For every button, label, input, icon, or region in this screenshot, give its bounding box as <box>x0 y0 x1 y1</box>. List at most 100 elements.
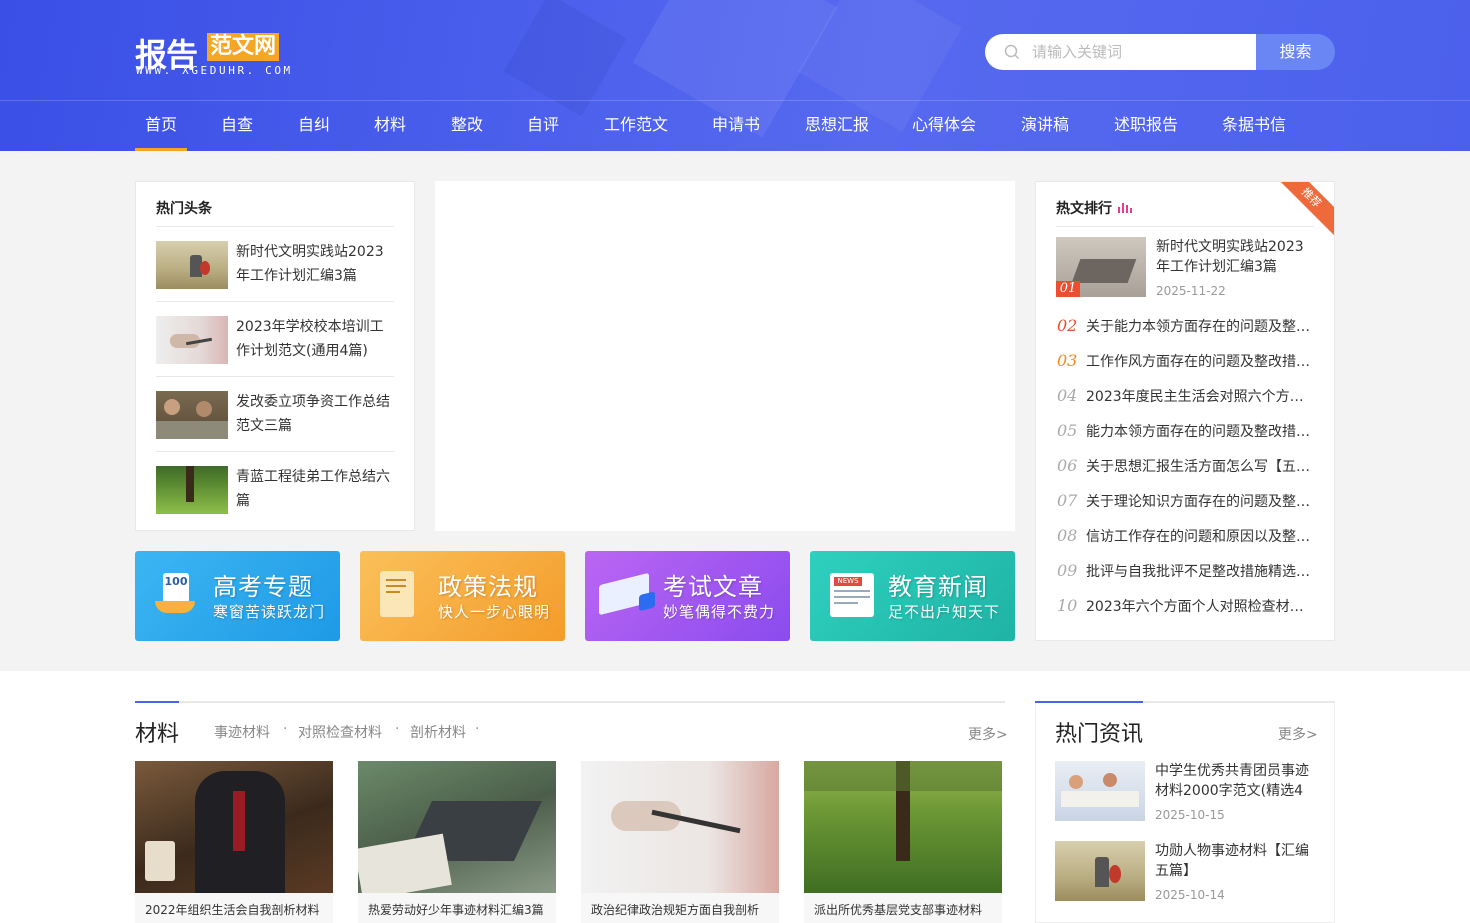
headline-thumbnail[interactable] <box>156 241 228 289</box>
headline-thumbnail[interactable] <box>156 391 228 439</box>
nav-item-self-evaluate[interactable]: 自评 <box>521 101 565 151</box>
rank-item-title[interactable]: 关于思想汇报生活方面怎么写【五篇】 <box>1086 456 1314 476</box>
rank-item-title[interactable]: 2023年六个方面个人对照检查材料范文 <box>1086 596 1314 616</box>
site-logo[interactable]: 报告 范文网 WWW. XGEDUHR. COM <box>135 30 295 80</box>
banner-title: 教育新闻 <box>888 573 988 601</box>
hotnews-item-date: 2025-10-15 <box>1155 808 1225 822</box>
banner-subtitle: 妙笔偶得不费力 <box>663 603 776 621</box>
rank-item-title[interactable]: 关于理论知识方面存在的问题及整改措施 <box>1086 491 1314 511</box>
divider <box>156 226 394 227</box>
headline-title[interactable]: 新时代文明实践站2023年工作计划汇编3篇 <box>236 240 396 288</box>
nav-item-letters[interactable]: 条据书信 <box>1216 101 1292 151</box>
banner-gaokao[interactable]: 100 高考专题 寒窗苦读跃龙门 <box>135 551 340 641</box>
bar-chart-icon <box>1118 203 1132 213</box>
divider <box>156 376 394 377</box>
nav-item-materials[interactable]: 材料 <box>368 101 412 151</box>
material-card-title[interactable]: 派出所优秀基层党支部事迹材料 <box>804 893 1002 923</box>
banner-title: 考试文章 <box>663 573 763 601</box>
banner-education-news[interactable]: NEWS 教育新闻 足不出户知天下 <box>810 551 1015 641</box>
score-100-icon: 100 <box>155 573 195 617</box>
rank-number: 02 <box>1057 316 1078 335</box>
rank-item-title[interactable]: 能力本领方面存在的问题及整改措施【十一篇】 <box>1086 421 1314 441</box>
hotnews-thumbnail[interactable] <box>1055 761 1145 821</box>
ranking-title: 热文排行 <box>1056 201 1112 217</box>
logo-tag-text: 范文网 <box>207 33 280 61</box>
tag-separator: · <box>395 721 400 737</box>
recommend-badge: 推荐 <box>1272 182 1334 237</box>
section-divider <box>135 701 1005 703</box>
tag-check-materials[interactable]: 对照检查材料 <box>298 722 382 742</box>
main-nav: 首页 自查 自纠 材料 整改 自评 工作范文 申请书 思想汇报 心得体会 演讲稿… <box>0 100 1470 151</box>
tag-analysis-materials[interactable]: 剖析材料 <box>410 722 466 742</box>
rank-item-title[interactable]: 批评与自我批评不足整改措施精选范文 <box>1086 561 1314 581</box>
hotnews-thumbnail[interactable] <box>1055 841 1145 901</box>
news-icon: NEWS <box>830 573 874 617</box>
search-bar: 搜索 <box>985 34 1335 70</box>
document-icon <box>380 571 414 617</box>
nav-item-application[interactable]: 申请书 <box>706 101 766 151</box>
nav-item-self-check[interactable]: 自查 <box>215 101 259 151</box>
material-card-title[interactable]: 热爱劳动好少年事迹材料汇编3篇 <box>358 893 556 923</box>
nav-item-rectify[interactable]: 整改 <box>445 101 489 151</box>
headline-title[interactable]: 发改委立项争资工作总结范文三篇 <box>236 390 396 438</box>
material-card-image[interactable] <box>581 761 779 893</box>
nav-item-work-samples[interactable]: 工作范文 <box>598 101 674 151</box>
search-box <box>985 34 1256 70</box>
rank-item-title[interactable]: 2023年度民主生活会对照六个方面个人检查材料 <box>1086 386 1314 406</box>
rank-item-title[interactable]: 关于能力本领方面存在的问题及整改措施【十一篇】 <box>1086 316 1314 336</box>
hotnews-title: 热门资讯 <box>1055 722 1144 747</box>
banner-subtitle: 快人一步心眼明 <box>438 603 551 621</box>
nav-item-experience[interactable]: 心得体会 <box>906 101 982 151</box>
rank-item-title[interactable]: 工作作风方面存在的问题及整改措施【七篇】 <box>1086 351 1314 371</box>
ranking-top-num: 01 <box>1056 281 1080 297</box>
search-icon <box>1004 44 1020 60</box>
materials-title: 材料 <box>135 722 180 747</box>
banner-subtitle: 寒窗苦读跃龙门 <box>213 603 326 621</box>
nav-item-speech[interactable]: 演讲稿 <box>1015 101 1075 151</box>
ranking-top-date: 2025-11-22 <box>1156 284 1226 298</box>
material-card-image[interactable] <box>358 761 556 893</box>
carousel-placeholder <box>435 181 1015 531</box>
headline-title[interactable]: 2023年学校校本培训工作计划范文(通用4篇) <box>236 315 396 363</box>
nav-item-thought-report[interactable]: 思想汇报 <box>799 101 875 151</box>
hotnews-more-link[interactable]: 更多> <box>1278 724 1318 744</box>
nav-item-work-report[interactable]: 述职报告 <box>1108 101 1184 151</box>
logo-url-text: WWW. XGEDUHR. COM <box>136 64 293 77</box>
materials-more-link[interactable]: 更多> <box>968 724 1008 744</box>
ranking-top-thumbnail[interactable]: 01 <box>1056 237 1146 297</box>
site-header: 报告 范文网 WWW. XGEDUHR. COM 搜索 首页 自查 自纠 材料 … <box>0 0 1470 151</box>
banner-title: 政策法规 <box>438 573 538 601</box>
divider <box>156 301 394 302</box>
material-card-title[interactable]: 2022年组织生活会自我剖析材料 <box>135 893 333 923</box>
divider <box>1056 226 1314 227</box>
material-card-image[interactable] <box>135 761 333 893</box>
banner-exam[interactable]: 考试文章 妙笔偶得不费力 <box>585 551 790 641</box>
rank-number: 09 <box>1057 561 1078 580</box>
banner-title: 高考专题 <box>213 573 313 601</box>
banner-policy[interactable]: 政策法规 快人一步心眼明 <box>360 551 565 641</box>
rank-number: 07 <box>1057 491 1078 510</box>
tag-separator: · <box>283 721 288 737</box>
section-accent <box>1035 701 1143 703</box>
rank-item-title[interactable]: 信访工作存在的问题和原因以及整改措施 <box>1086 526 1314 546</box>
material-card-image[interactable] <box>804 761 1002 893</box>
rank-number: 05 <box>1057 421 1078 440</box>
rank-number: 04 <box>1057 386 1078 405</box>
hotnews-item-title[interactable]: 功勋人物事迹材料【汇编五篇】 <box>1155 841 1315 881</box>
headline-thumbnail[interactable] <box>156 316 228 364</box>
nav-item-self-correct[interactable]: 自纠 <box>292 101 336 151</box>
nav-item-home[interactable]: 首页 <box>135 101 187 151</box>
material-card-title[interactable]: 政治纪律政治规矩方面自我剖析 <box>581 893 779 923</box>
tag-deeds-materials[interactable]: 事迹材料 <box>214 722 270 742</box>
ranking-top-title[interactable]: 新时代文明实践站2023年工作计划汇编3篇 <box>1156 237 1316 277</box>
search-input[interactable] <box>1032 34 1247 70</box>
rank-number: 10 <box>1057 596 1078 615</box>
headline-title[interactable]: 青蓝工程徒弟工作总结六篇 <box>236 465 396 513</box>
section-accent <box>135 701 179 703</box>
headline-thumbnail[interactable] <box>156 466 228 514</box>
banner-subtitle: 足不出户知天下 <box>888 603 1001 621</box>
hotnews-item-title[interactable]: 中学生优秀共青团员事迹材料2000字范文(精选4 <box>1155 761 1315 801</box>
ranking-panel: 推荐 热文排行 01 新时代文明实践站2023年工作计划汇编3篇 2025-11… <box>1035 181 1335 641</box>
rank-number: 03 <box>1057 351 1078 370</box>
search-button[interactable]: 搜索 <box>1256 34 1335 70</box>
